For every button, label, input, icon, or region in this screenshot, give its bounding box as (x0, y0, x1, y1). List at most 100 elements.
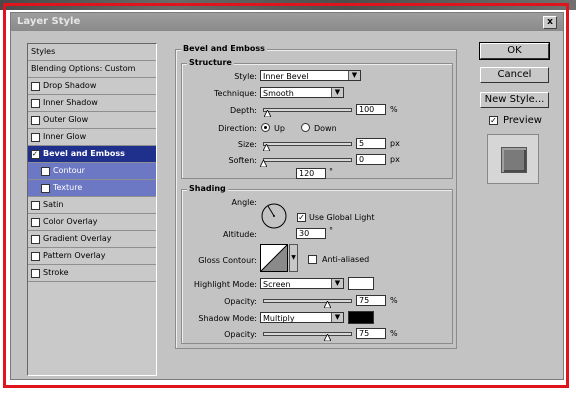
highlight-opacity-unit: % (390, 296, 398, 305)
size-unit: px (390, 139, 400, 148)
style-item-drop-shadow[interactable]: Drop Shadow (28, 78, 156, 95)
chevron-down-icon: ▼ (331, 88, 343, 97)
shadow-mode-label: Shadow Mode: (198, 314, 257, 323)
size-slider-track[interactable] (263, 142, 352, 146)
angle-label: Angle: (231, 198, 257, 207)
bevel-emboss-title: Bevel and Emboss (181, 44, 267, 53)
layer-style-dialog: Layer Style x Styles Blending Options: C… (10, 12, 564, 380)
technique-select-value: Smooth (263, 89, 294, 98)
preview-thumbnail (487, 134, 539, 184)
style-item-bevel-and-emboss[interactable]: ✓ Bevel and Emboss (28, 146, 156, 163)
angle-unit: ° (329, 167, 333, 176)
shadow-mode-value: Multiply (263, 314, 295, 323)
style-item-texture[interactable]: Texture (28, 180, 156, 197)
style-item-inner-glow[interactable]: Inner Glow (28, 129, 156, 146)
pattern-overlay-checkbox[interactable] (31, 252, 40, 261)
dialog-title: Layer Style (17, 16, 81, 27)
satin-checkbox[interactable] (31, 201, 40, 210)
shadow-opacity-label: Opacity: (224, 330, 257, 339)
direction-label: Direction: (218, 124, 257, 133)
altitude-input[interactable]: 30 (296, 228, 326, 239)
inner-shadow-label: Inner Shadow (43, 98, 98, 107)
angle-input[interactable]: 120 (296, 168, 326, 179)
cancel-button[interactable]: Cancel (480, 67, 549, 83)
soften-input[interactable]: 0 (356, 154, 386, 165)
gloss-contour-label: Gloss Contour: (198, 256, 257, 265)
styles-header[interactable]: Styles (28, 44, 156, 61)
gradient-overlay-checkbox[interactable] (31, 235, 40, 244)
style-item-color-overlay[interactable]: Color Overlay (28, 214, 156, 231)
altitude-unit: ° (329, 226, 333, 235)
depth-slider-track[interactable] (263, 108, 352, 112)
style-label: Style: (234, 72, 257, 81)
shadow-color-swatch[interactable] (348, 311, 374, 324)
anti-aliased-checkbox[interactable] (308, 255, 317, 264)
style-select-value: Inner Bevel (263, 72, 309, 81)
size-input[interactable]: 5 (356, 138, 386, 149)
highlight-color-swatch[interactable] (348, 277, 374, 290)
gloss-contour-picker[interactable] (260, 244, 288, 272)
size-slider-thumb[interactable] (263, 144, 271, 151)
style-item-outer-glow[interactable]: Outer Glow (28, 112, 156, 129)
direction-up-radio[interactable] (261, 123, 270, 132)
angle-dial[interactable] (260, 202, 288, 230)
anti-aliased-label: Anti-aliased (322, 255, 370, 264)
chevron-down-icon: ▼ (331, 313, 343, 322)
chevron-down-icon[interactable]: ▼ (289, 244, 298, 272)
inner-glow-checkbox[interactable] (31, 133, 40, 142)
bevel-and-emboss-checkbox[interactable]: ✓ (31, 150, 40, 159)
depth-unit: % (390, 105, 398, 114)
ok-button[interactable]: OK (479, 42, 550, 60)
style-item-satin[interactable]: Satin (28, 197, 156, 214)
new-style-button[interactable]: New Style... (480, 92, 549, 108)
structure-title: Structure (187, 58, 234, 67)
technique-label: Technique: (214, 89, 257, 98)
highlight-mode-select[interactable]: Screen ▼ (260, 278, 344, 289)
satin-label: Satin (43, 200, 64, 209)
outer-glow-checkbox[interactable] (31, 116, 40, 125)
depth-slider-thumb[interactable] (264, 110, 272, 117)
preview-swatch (501, 147, 527, 173)
shadow-mode-select[interactable]: Multiply ▼ (260, 312, 344, 323)
contour-label: Contour (53, 166, 85, 175)
texture-checkbox[interactable] (41, 184, 50, 193)
drop-shadow-checkbox[interactable] (31, 82, 40, 91)
soften-slider-thumb[interactable] (260, 160, 267, 167)
shadow-opacity-thumb[interactable] (323, 334, 331, 341)
styles-list: Styles Blending Options: Custom Drop Sha… (27, 43, 157, 376)
highlight-opacity-thumb[interactable] (323, 301, 331, 308)
contour-checkbox[interactable] (41, 167, 50, 176)
title-bar[interactable]: Layer Style x (11, 13, 563, 31)
stroke-checkbox[interactable] (31, 269, 40, 278)
bevel-and-emboss-label: Bevel and Emboss (43, 149, 125, 158)
technique-select[interactable]: Smooth ▼ (260, 87, 344, 98)
depth-input[interactable]: 100 (356, 104, 386, 115)
style-item-pattern-overlay[interactable]: Pattern Overlay (28, 248, 156, 265)
gradient-overlay-label: Gradient Overlay (43, 234, 112, 243)
blending-options-label: Blending Options: Custom (31, 64, 136, 73)
soften-slider-track[interactable] (263, 158, 352, 162)
background-text (40, 393, 490, 402)
style-select[interactable]: Inner Bevel ▼ (260, 70, 361, 81)
drop-shadow-label: Drop Shadow (43, 81, 97, 90)
style-item-contour[interactable]: Contour (28, 163, 156, 180)
close-button[interactable]: x (543, 16, 557, 29)
global-light-checkbox[interactable]: ✓ (297, 213, 306, 222)
blending-options-item[interactable]: Blending Options: Custom (28, 61, 156, 78)
texture-label: Texture (53, 183, 83, 192)
color-overlay-label: Color Overlay (43, 217, 98, 226)
highlight-opacity-input[interactable]: 75 (356, 295, 386, 306)
style-item-gradient-overlay[interactable]: Gradient Overlay (28, 231, 156, 248)
stroke-label: Stroke (43, 268, 69, 277)
preview-checkbox[interactable]: ✓ (489, 116, 498, 125)
style-item-stroke[interactable]: Stroke (28, 265, 156, 282)
shadow-opacity-track[interactable] (263, 332, 352, 336)
style-item-inner-shadow[interactable]: Inner Shadow (28, 95, 156, 112)
altitude-label: Altitude: (223, 230, 257, 239)
direction-up-label: Up (274, 124, 285, 133)
inner-shadow-checkbox[interactable] (31, 99, 40, 108)
shadow-opacity-input[interactable]: 75 (356, 328, 386, 339)
color-overlay-checkbox[interactable] (31, 218, 40, 227)
highlight-opacity-track[interactable] (263, 299, 352, 303)
direction-down-radio[interactable] (301, 123, 310, 132)
